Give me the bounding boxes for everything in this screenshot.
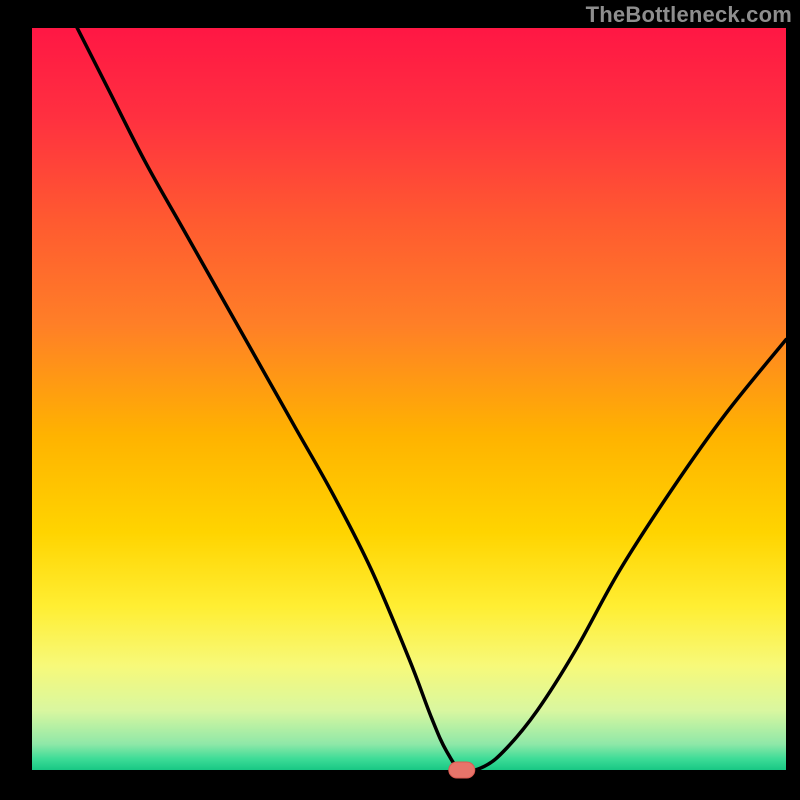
optimal-marker <box>449 762 475 778</box>
watermark: TheBottleneck.com <box>586 2 792 28</box>
bottleneck-chart <box>0 0 800 800</box>
